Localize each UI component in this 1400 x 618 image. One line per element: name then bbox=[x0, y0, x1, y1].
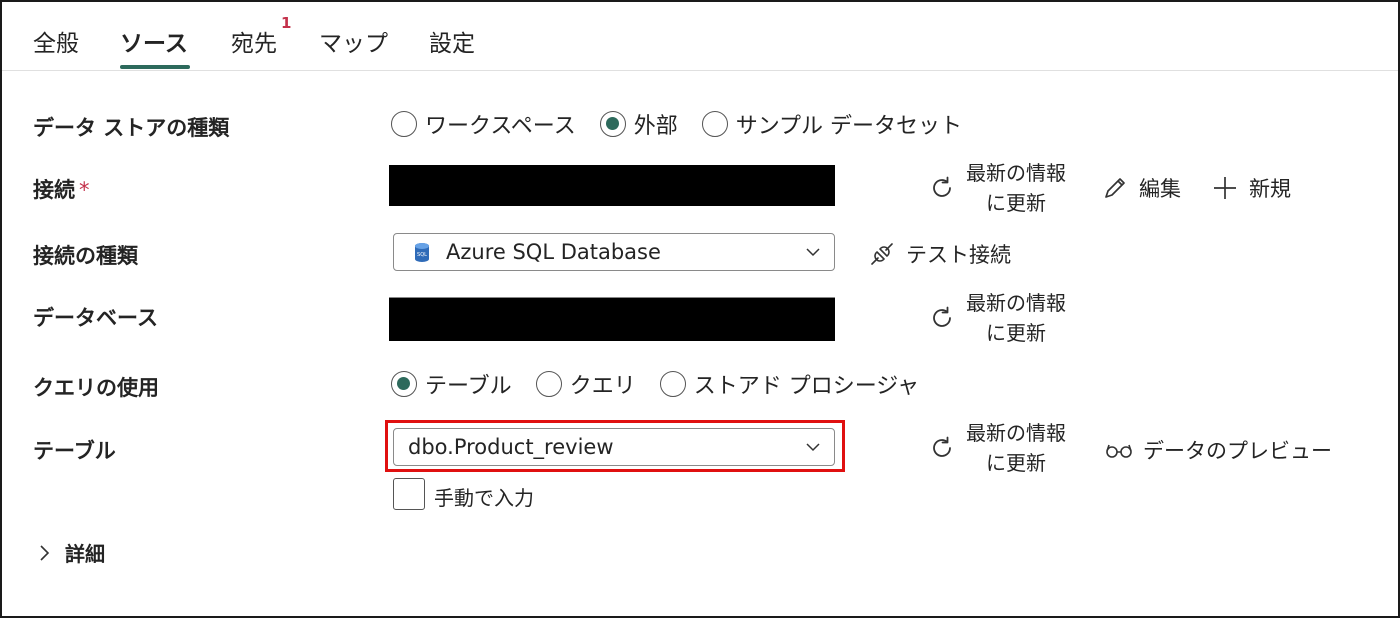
radio-stored-procedure-label: ストアド プロシージャ bbox=[693, 374, 920, 399]
glasses-icon bbox=[1106, 444, 1132, 458]
destination-error-badge: 1 bbox=[281, 14, 292, 32]
database-refresh-button[interactable]: 最新の情報 に更新 bbox=[928, 288, 1066, 348]
plus-icon bbox=[1214, 177, 1236, 199]
database-select-redacted[interactable] bbox=[389, 297, 835, 341]
radio-sample-dataset-circle bbox=[701, 111, 728, 137]
chevron-down-icon bbox=[806, 443, 820, 452]
radio-query[interactable]: クエリ bbox=[535, 368, 636, 400]
database-label: データベース bbox=[33, 306, 158, 330]
radio-external-label: 外部 bbox=[633, 114, 678, 139]
connection-type-value: Azure SQL Database bbox=[446, 240, 661, 264]
table-refresh-button[interactable]: 最新の情報 に更新 bbox=[928, 418, 1066, 478]
required-asterisk: * bbox=[79, 178, 90, 202]
chevron-down-icon bbox=[806, 248, 820, 257]
plug-connection-icon bbox=[871, 243, 893, 265]
radio-stored-procedure-circle bbox=[659, 371, 686, 397]
radio-query-label: クエリ bbox=[569, 374, 636, 399]
preview-data-button[interactable]: データのプレビュー bbox=[1105, 435, 1332, 465]
tab-destination[interactable]: 宛先 bbox=[231, 24, 277, 58]
connection-select-redacted[interactable] bbox=[389, 165, 835, 206]
manual-entry-label: 手動で入力 bbox=[434, 486, 534, 510]
radio-external[interactable]: 外部 bbox=[599, 108, 678, 140]
pipeline-source-panel: 全般 ソース 宛先 1 マップ 設定 データ ストアの種類 ワークスペース 外部… bbox=[0, 0, 1400, 618]
connection-type-label: 接続の種類 bbox=[33, 244, 138, 268]
refresh-text: 最新の情報 に更新 bbox=[966, 158, 1066, 218]
refresh-text: 最新の情報 に更新 bbox=[966, 418, 1066, 478]
new-label: 新規 bbox=[1249, 177, 1291, 201]
details-expander[interactable]: 詳細 bbox=[39, 538, 105, 567]
radio-sample-dataset-label: サンプル データセット bbox=[735, 114, 963, 139]
radio-workspace-label: ワークスペース bbox=[425, 114, 576, 139]
table-value: dbo.Product_review bbox=[408, 435, 614, 459]
refresh-line2: に更新 bbox=[986, 191, 1046, 215]
manual-entry-checkbox[interactable] bbox=[393, 478, 425, 510]
details-label: 詳細 bbox=[65, 542, 105, 566]
refresh-icon bbox=[933, 306, 951, 327]
edit-connection-button[interactable]: 編集 bbox=[1101, 173, 1181, 203]
radio-external-circle bbox=[599, 111, 626, 137]
radio-sample-dataset[interactable]: サンプル データセット bbox=[701, 108, 963, 140]
store-type-radio-group: ワークスペース 外部 サンプル データセット bbox=[391, 108, 986, 140]
test-connection-button[interactable]: テスト接続 bbox=[868, 239, 1011, 269]
tab-settings[interactable]: 設定 bbox=[429, 24, 475, 58]
table-dropdown[interactable]: dbo.Product_review bbox=[393, 428, 835, 466]
radio-table-label: テーブル bbox=[425, 374, 512, 399]
table-label: テーブル bbox=[33, 439, 116, 463]
chevron-right-icon bbox=[40, 544, 50, 561]
connection-label: 接続 * bbox=[33, 174, 90, 204]
store-type-label: データ ストアの種類 bbox=[33, 116, 230, 140]
radio-table[interactable]: テーブル bbox=[391, 368, 512, 400]
tab-bar: 全般 ソース 宛先 1 マップ 設定 bbox=[2, 2, 1398, 71]
connection-label-text: 接続 bbox=[33, 178, 75, 202]
new-connection-button[interactable]: 新規 bbox=[1211, 173, 1291, 203]
tab-general[interactable]: 全般 bbox=[33, 24, 79, 58]
radio-table-circle bbox=[391, 371, 417, 397]
sql-database-icon: SQL bbox=[415, 243, 429, 262]
tab-source[interactable]: ソース bbox=[120, 24, 188, 58]
refresh-text: 最新の情報 に更新 bbox=[966, 288, 1066, 348]
radio-stored-procedure[interactable]: ストアド プロシージャ bbox=[659, 368, 920, 400]
radio-workspace[interactable]: ワークスペース bbox=[391, 108, 576, 140]
radio-workspace-circle bbox=[391, 111, 417, 137]
query-usage-radio-group: テーブル クエリ ストアド プロシージャ bbox=[391, 368, 943, 400]
refresh-icon bbox=[933, 436, 951, 457]
sql-icon-text: SQL bbox=[417, 252, 427, 258]
preview-label: データのプレビュー bbox=[1143, 439, 1332, 463]
active-tab-indicator bbox=[120, 65, 190, 69]
edit-label: 編集 bbox=[1139, 177, 1181, 201]
query-usage-label: クエリの使用 bbox=[33, 376, 159, 400]
refresh-line1: 最新の情報 bbox=[966, 421, 1066, 445]
refresh-icon bbox=[933, 176, 951, 197]
radio-query-circle bbox=[535, 371, 562, 397]
refresh-line1: 最新の情報 bbox=[966, 161, 1066, 185]
test-connection-label: テスト接続 bbox=[906, 243, 1011, 267]
refresh-line2: に更新 bbox=[986, 451, 1046, 475]
tab-mapping[interactable]: マップ bbox=[319, 24, 388, 58]
refresh-line2: に更新 bbox=[986, 321, 1046, 345]
pencil-icon bbox=[1105, 178, 1125, 198]
connection-refresh-button[interactable]: 最新の情報 に更新 bbox=[928, 158, 1066, 218]
connection-type-dropdown[interactable]: SQL Azure SQL Database bbox=[393, 233, 835, 271]
refresh-line1: 最新の情報 bbox=[966, 291, 1066, 315]
